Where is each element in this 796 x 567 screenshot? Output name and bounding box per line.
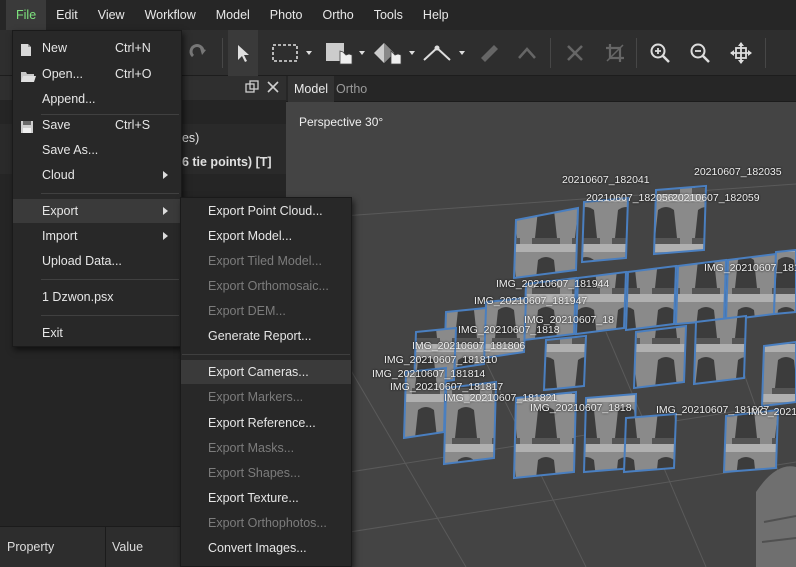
reset-view-icon[interactable]	[726, 30, 756, 76]
rectangle-selection-icon[interactable]	[268, 30, 316, 76]
camera-label: 20210607_182035	[694, 166, 782, 178]
export-shapes-item: Export Shapes...	[208, 466, 301, 480]
menu-file[interactable]: File	[6, 0, 47, 30]
zoom-out-icon[interactable]	[685, 30, 715, 76]
camera-label: 20210607_182041	[562, 174, 650, 186]
property-column-header: Property	[7, 540, 55, 554]
view-tabs: Model Ortho	[286, 76, 796, 102]
ruler-angle-icon[interactable]	[420, 30, 468, 76]
menu-item-upload-data[interactable]: Upload Data...	[13, 249, 181, 273]
menu-item-export[interactable]: Export	[13, 199, 181, 223]
export-cameras-item[interactable]: Export Cameras...	[181, 360, 351, 384]
camera-label: IMG_20210607_1818	[530, 402, 632, 414]
tab-model[interactable]: Model	[288, 76, 335, 102]
select-pointer-icon[interactable]	[228, 30, 258, 76]
tab-ortho[interactable]: Ortho	[330, 76, 373, 102]
menu-item-import[interactable]: Import	[13, 224, 181, 248]
menu-item-cloud[interactable]: Cloud	[13, 163, 181, 187]
export-orthomosaic-item: Export Orthomosaic...	[208, 279, 329, 293]
export-markers-item: Export Markers...	[208, 390, 304, 404]
model-viewport[interactable]: Perspective 30° 20210607_182041 20210607…	[286, 102, 796, 567]
close-panel-icon[interactable]	[266, 80, 280, 97]
delete-icon[interactable]	[560, 30, 590, 76]
camera-label: 20210607_182056	[586, 192, 674, 204]
menu-item-exit[interactable]: Exit	[13, 321, 181, 345]
menu-tools[interactable]: Tools	[364, 0, 413, 30]
export-orthophotos-item: Export Orthophotos...	[208, 516, 327, 530]
menu-help[interactable]: Help	[413, 0, 459, 30]
camera-label: IMG_20210607_181810	[384, 354, 498, 366]
menu-edit[interactable]: Edit	[46, 0, 88, 30]
export-masks-item: Export Masks...	[208, 441, 295, 455]
camera-label: IMG_20210607_181936	[704, 262, 796, 274]
menu-item-recent-file[interactable]: 1 Dzwon.psx	[13, 285, 181, 309]
menu-ortho[interactable]: Ortho	[312, 0, 363, 30]
export-texture-item[interactable]: Export Texture...	[181, 486, 351, 510]
camera-label: IMG_20210607_181814	[372, 368, 486, 380]
move-region-icon[interactable]	[322, 30, 368, 76]
menu-photo[interactable]: Photo	[260, 0, 313, 30]
generate-report-item[interactable]: Generate Report...	[181, 324, 351, 348]
menu-item-new[interactable]: New Ctrl+N	[13, 36, 181, 60]
menu-bar: File Edit View Workflow Model Photo Orth…	[0, 0, 796, 30]
float-panel-icon[interactable]	[245, 80, 259, 97]
submenu-arrow-icon	[163, 232, 168, 240]
redo-icon[interactable]	[184, 30, 214, 76]
ruler-icon[interactable]	[474, 30, 504, 76]
submenu-arrow-icon	[163, 207, 168, 215]
menu-view[interactable]: View	[88, 0, 135, 30]
camera-label: IMG_20210607_181806	[412, 340, 526, 352]
submenu-arrow-icon	[163, 171, 168, 179]
camera-label: IMG_20210607_181944	[496, 278, 610, 290]
tree-tie-points[interactable]: 66 tie points) [T]	[175, 155, 272, 169]
camera-label: IMG_20210607_18	[524, 314, 614, 326]
export-submenu: Export Point Cloud... Export Model... Ex…	[180, 197, 352, 567]
file-menu: New Ctrl+N Open... Ctrl+O Append... Save Ct…	[12, 30, 182, 347]
export-model-item[interactable]: Export Model...	[181, 224, 351, 248]
menu-item-append[interactable]: Append...	[13, 87, 181, 111]
menu-workflow[interactable]: Workflow	[135, 0, 206, 30]
rotate-object-icon[interactable]	[370, 30, 418, 76]
perspective-label: Perspective 30°	[299, 115, 384, 129]
value-column-header: Value	[112, 540, 144, 554]
camera-label: 20210607_182059	[672, 192, 760, 204]
menu-item-save[interactable]: Save Ctrl+S	[13, 113, 181, 137]
menu-model[interactable]: Model	[206, 0, 260, 30]
shape-icon[interactable]	[512, 30, 542, 76]
export-point-cloud-item[interactable]: Export Point Cloud...	[181, 199, 351, 223]
menu-item-save-as[interactable]: Save As...	[13, 138, 181, 162]
export-dem-item: Export DEM...	[208, 304, 286, 318]
camera-label: IMG_20210607_181947	[474, 295, 588, 307]
camera-label: IMG_2021	[748, 406, 796, 418]
crop-icon[interactable]	[600, 30, 630, 76]
zoom-in-icon[interactable]	[645, 30, 675, 76]
export-reference-item[interactable]: Export Reference...	[181, 411, 351, 435]
menu-item-open[interactable]: Open... Ctrl+O	[13, 62, 181, 86]
export-tiled-model-item: Export Tiled Model...	[208, 254, 322, 268]
convert-images-item[interactable]: Convert Images...	[181, 536, 351, 560]
